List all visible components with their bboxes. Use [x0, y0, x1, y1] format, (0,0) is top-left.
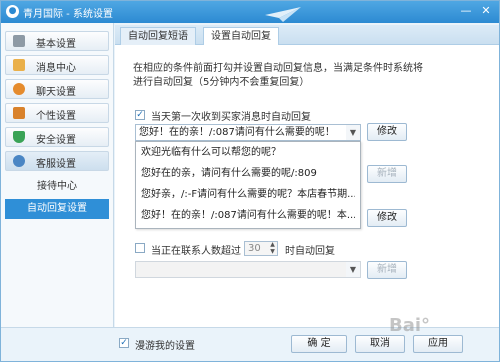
app-logo-icon: ● — [6, 5, 19, 18]
sidebar-item-label: 聊天设置 — [36, 87, 76, 98]
chevron-down-icon[interactable]: ▼ — [346, 262, 360, 277]
sidebar-item-label: 客服设置 — [36, 159, 76, 170]
ok-button[interactable]: 确 定 — [291, 335, 347, 353]
cancel-button[interactable]: 取消 — [355, 335, 405, 353]
sidebar-item-basic[interactable]: 基本设置 — [5, 31, 109, 51]
modify-button-2[interactable]: 修改 — [367, 209, 407, 227]
sidebar-item-label: 安全设置 — [36, 135, 76, 146]
dropdown-option[interactable]: 您好在的亲，请问有什么需要的呢/:809 — [141, 165, 355, 183]
contacts-count-stepper[interactable]: 30 ▲ ▼ — [244, 241, 278, 256]
paper-plane-icon — [265, 7, 301, 22]
settings-window: ● 青月国际 - 系统设置 — ✕ 基本设置 消息中心 聊天设置 个性设置 安全… — [0, 0, 500, 362]
contacts-label-before: 当正在联系人数超过 — [151, 246, 241, 257]
close-button[interactable]: ✕ — [477, 3, 495, 19]
minimize-button[interactable]: — — [457, 3, 475, 19]
headset-icon — [13, 155, 25, 167]
sidebar-item-security[interactable]: 安全设置 — [5, 127, 109, 147]
sidebar-subitem-auto-reply[interactable]: 自动回复设置 — [5, 199, 109, 219]
chat-icon — [13, 83, 25, 95]
sidebar-item-label: 基本设置 — [36, 39, 76, 50]
contacts-reply-select[interactable]: ▼ — [135, 261, 361, 278]
roam-settings-label: 漫游我的设置 — [135, 341, 195, 352]
sidebar-item-personal[interactable]: 个性设置 — [5, 103, 109, 123]
envelope-icon — [13, 59, 25, 71]
shield-icon — [13, 131, 25, 143]
chevron-down-icon[interactable]: ▼ — [346, 125, 360, 140]
sidebar-item-chat[interactable]: 聊天设置 — [5, 79, 109, 99]
sidebar-item-label: 个性设置 — [36, 111, 76, 122]
modify-button[interactable]: 修改 — [367, 123, 407, 141]
first-message-label: 当天第一次收到买家消息时自动回复 — [151, 112, 311, 123]
dropdown-option[interactable]: 欢迎光临有什么可以帮您的呢？ — [141, 144, 355, 162]
window-title: 青月国际 - 系统设置 — [23, 9, 113, 20]
contacts-count-value: 30 — [248, 243, 261, 254]
sidebar: 基本设置 消息中心 聊天设置 个性设置 安全设置 客服设置 接待中心 自动回复设… — [1, 23, 114, 327]
selected-reply-text: 您好！在的亲！/:087请问有什么需要的呢！ — [139, 127, 335, 138]
tab-auto-reply-settings[interactable]: 设置自动回复 — [203, 27, 279, 46]
contacts-label-after: 时自动回复 — [285, 246, 335, 257]
description-line-1: 在相应的条件前面打勾并设置自动回复信息，当满足条件时系统将 — [133, 63, 423, 74]
contacts-checkbox[interactable] — [135, 243, 145, 253]
tab-auto-reply-phrases[interactable]: 自动回复短语 — [120, 27, 196, 45]
dropdown-option[interactable]: 您好！在的亲！/:087请问有什么需要的呢！本... — [141, 207, 355, 225]
wrench-icon — [13, 35, 25, 47]
description-line-2: 进行自动回复（5分钟内不会重复回复） — [133, 77, 310, 88]
sidebar-item-customer-service[interactable]: 客服设置 — [5, 151, 109, 171]
new-button-2[interactable]: 新增 — [367, 261, 407, 279]
reply-dropdown-list: 欢迎光临有什么可以帮您的呢？ 您好在的亲，请问有什么需要的呢/:809 您好亲，… — [135, 141, 361, 229]
dropdown-option[interactable]: 您好亲，/:-F请问有什么需要的呢？本店春节期... — [141, 186, 355, 204]
new-button[interactable]: 新增 — [367, 165, 407, 183]
title-bar: ● 青月国际 - 系统设置 — ✕ — [1, 1, 499, 23]
tab-bar: 自动回复短语 设置自动回复 — [115, 25, 499, 46]
sidebar-item-messages[interactable]: 消息中心 — [5, 55, 109, 75]
roam-settings-checkbox[interactable]: ✓ — [119, 338, 129, 348]
stepper-down-icon[interactable]: ▼ — [268, 249, 277, 255]
watermark: Bai° — [389, 315, 431, 336]
first-message-checkbox[interactable]: ✓ — [135, 110, 145, 120]
sidebar-item-label: 消息中心 — [36, 63, 76, 74]
first-message-reply-select[interactable]: 您好！在的亲！/:087请问有什么需要的呢！ ▼ — [135, 124, 361, 141]
apply-button[interactable]: 应用 — [413, 335, 463, 353]
person-icon — [13, 107, 25, 119]
sidebar-subitem-reception[interactable]: 接待中心 — [5, 177, 109, 197]
